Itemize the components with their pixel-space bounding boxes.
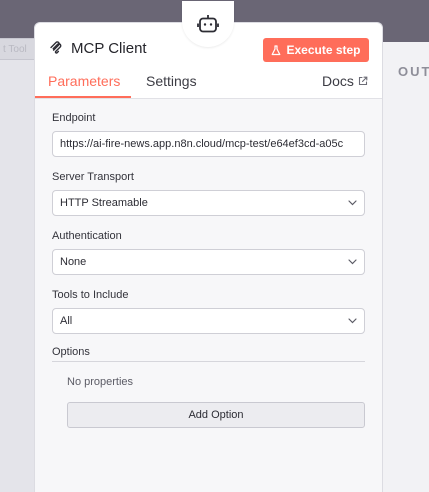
authentication-value: None (60, 256, 87, 268)
mcp-logo-icon (49, 41, 63, 55)
chevron-down-icon (347, 315, 358, 326)
options-label: Options (52, 346, 90, 358)
docs-label: Docs (322, 73, 354, 89)
chevron-down-icon (347, 197, 358, 208)
docs-link[interactable]: Docs (322, 73, 368, 89)
authentication-select[interactable]: None (52, 249, 365, 275)
robot-icon (197, 14, 219, 34)
server-transport-label: Server Transport (52, 171, 134, 183)
tab-settings[interactable]: Settings (146, 73, 197, 89)
tab-parameters[interactable]: Parameters (48, 73, 120, 89)
node-details-panel: MCP Client Execute step Parameters Setti… (34, 1, 383, 492)
output-pane (383, 42, 429, 492)
flask-icon (271, 44, 281, 56)
add-option-button[interactable]: Add Option (67, 402, 365, 428)
authentication-label: Authentication (52, 230, 122, 242)
chevron-down-icon (347, 256, 358, 267)
node-title-row: MCP Client (49, 37, 147, 59)
options-divider (52, 361, 365, 362)
execute-step-button[interactable]: Execute step (263, 38, 369, 62)
tools-to-include-select[interactable]: All (52, 308, 365, 334)
endpoint-input[interactable]: https://ai-fire-news.app.n8n.cloud/mcp-t… (52, 131, 365, 157)
output-pane-label: OUT (398, 64, 429, 79)
endpoint-label: Endpoint (52, 112, 96, 124)
tools-to-include-label: Tools to Include (52, 289, 129, 301)
external-link-icon (358, 76, 368, 86)
no-properties-text: No properties (67, 376, 134, 388)
execute-step-label: Execute step (286, 43, 361, 57)
node-title[interactable]: MCP Client (71, 40, 147, 57)
server-transport-value: HTTP Streamable (60, 197, 148, 209)
tools-to-include-value: All (60, 315, 73, 327)
server-transport-select[interactable]: HTTP Streamable (52, 190, 365, 216)
input-pane (0, 42, 34, 492)
active-tab-indicator (35, 96, 131, 98)
